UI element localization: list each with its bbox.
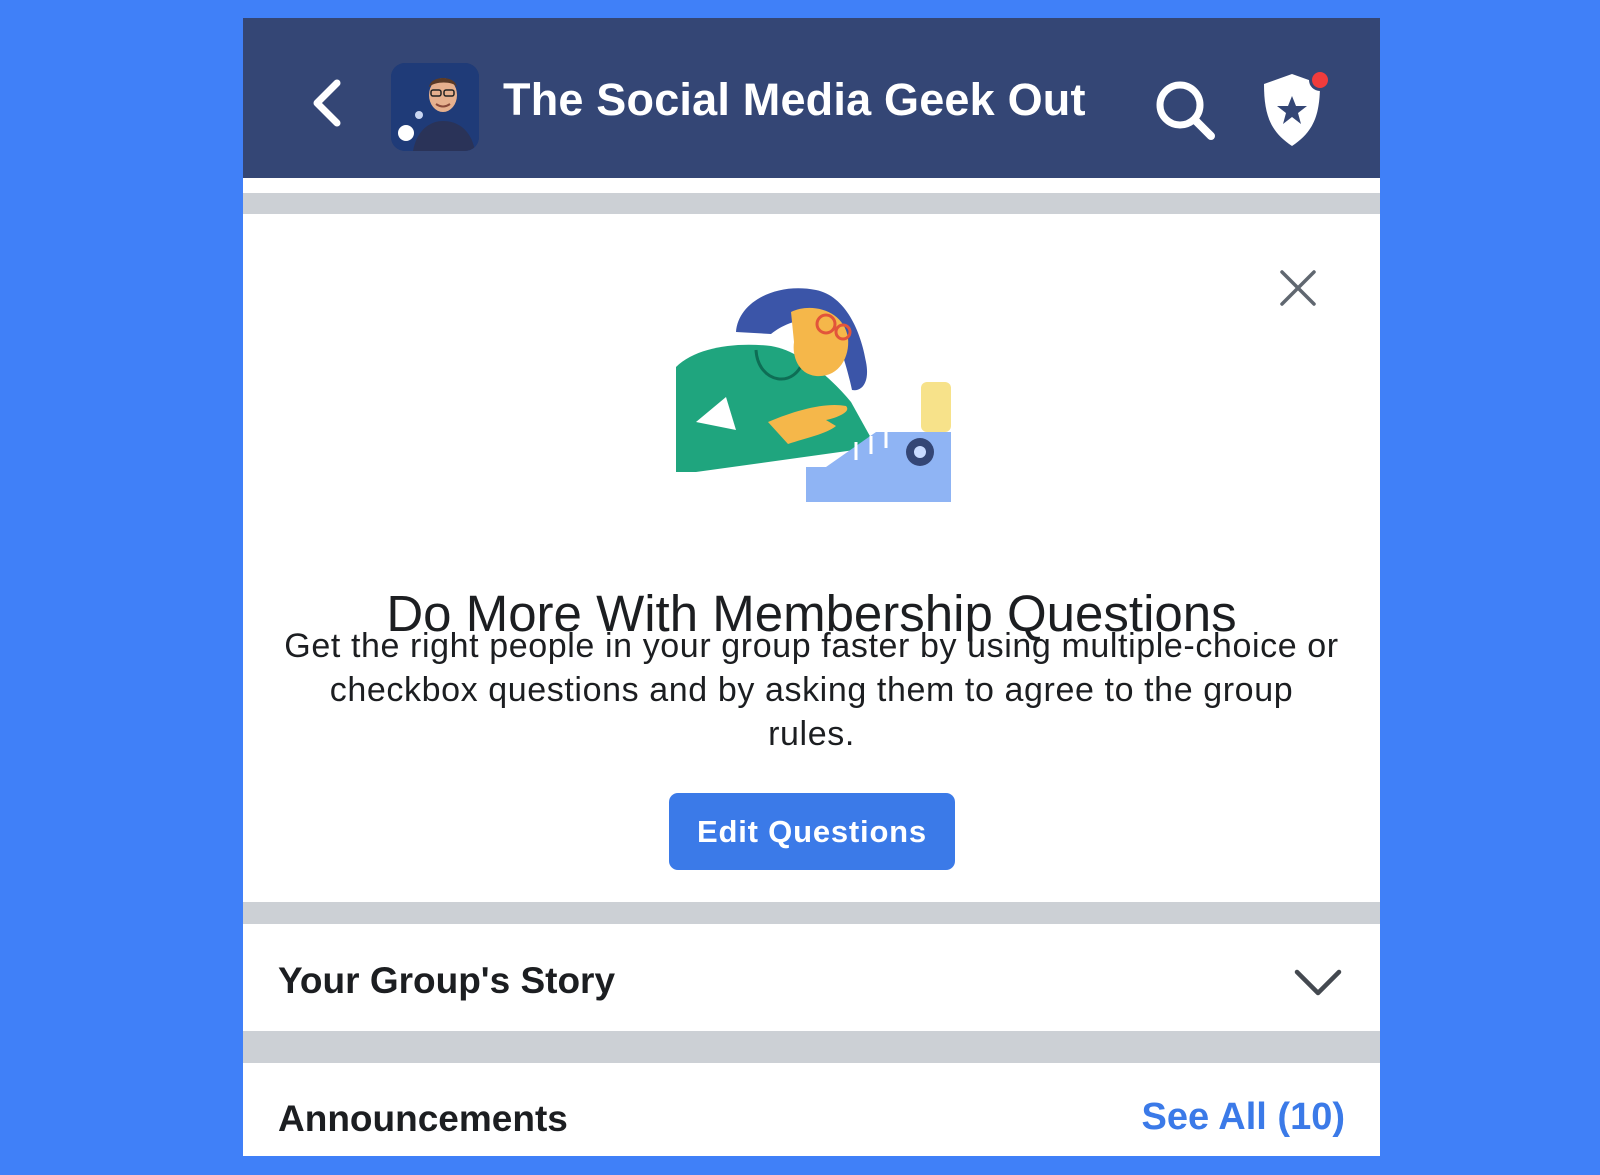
chevron-down-icon (1294, 969, 1342, 996)
group-title[interactable]: The Social Media Geek Out (503, 74, 1086, 126)
announcements-heading: Announcements (278, 1098, 568, 1139)
shield-star-icon (1264, 69, 1331, 146)
section-divider (243, 902, 1380, 924)
section-divider (243, 193, 1380, 214)
group-screen: The Social Media Geek Out Do More With M… (243, 18, 1380, 1156)
close-icon (1280, 270, 1316, 306)
back-button[interactable] (303, 73, 353, 133)
search-button[interactable] (1151, 76, 1221, 146)
admin-tools-button[interactable] (1258, 66, 1333, 151)
search-icon (1156, 81, 1215, 140)
typewriter-illustration (676, 288, 951, 502)
group-story-row[interactable]: Your Group's Story (243, 924, 1380, 1034)
header-bar: The Social Media Geek Out (243, 18, 1380, 178)
chevron-left-icon (313, 79, 341, 127)
edit-questions-button[interactable]: Edit Questions (669, 793, 955, 870)
dismiss-card-button[interactable] (1278, 268, 1318, 308)
avatar-image (391, 63, 479, 151)
section-divider (243, 1031, 1380, 1063)
promo-description: Get the right people in your group faste… (284, 627, 1339, 753)
group-story-label: Your Group's Story (278, 960, 616, 1001)
see-all-announcements-link[interactable]: See All (10) (1142, 1096, 1345, 1139)
group-avatar[interactable] (391, 63, 479, 151)
